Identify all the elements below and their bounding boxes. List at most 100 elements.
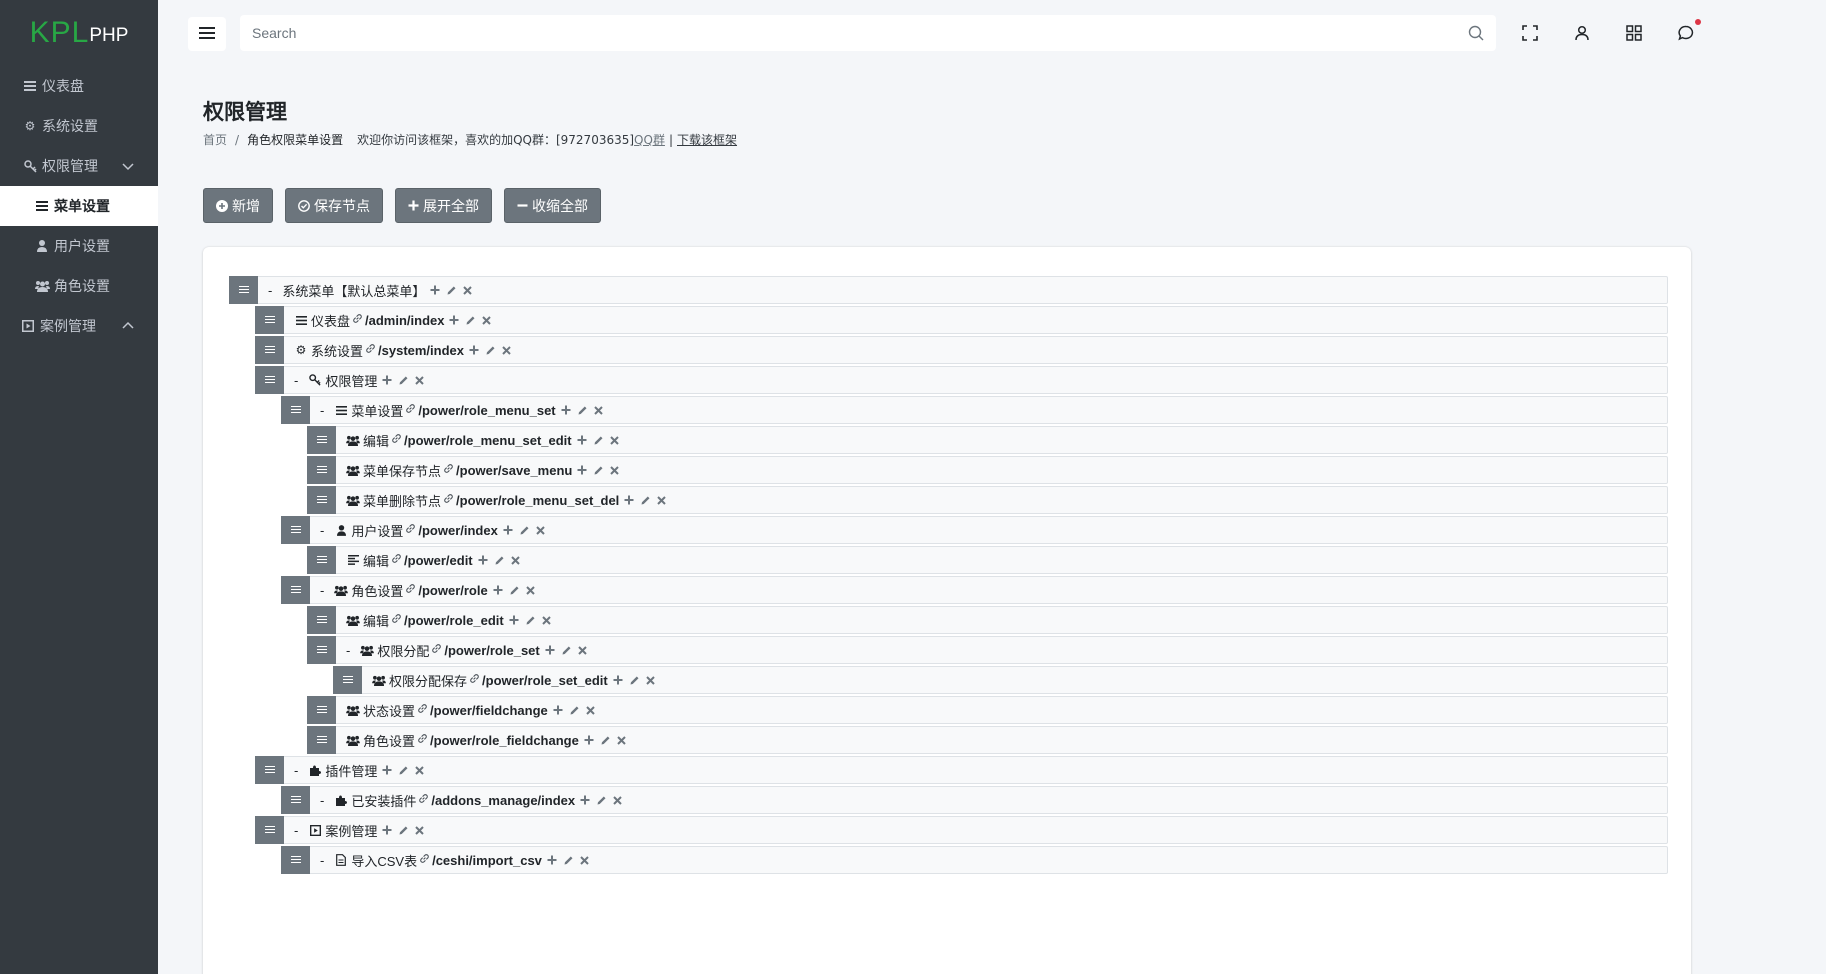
delete-icon[interactable] (578, 645, 587, 655)
edit-icon[interactable] (563, 855, 574, 866)
menu-toggle-button[interactable] (188, 17, 226, 51)
drag-handle[interactable] (307, 425, 336, 454)
drag-handle[interactable] (281, 575, 310, 604)
drag-handle[interactable] (307, 635, 336, 664)
sidebar-item-system[interactable]: ⚙ 系统设置 (0, 106, 158, 146)
add-child-icon[interactable] (553, 705, 563, 715)
save-nodes-button[interactable]: 保存节点 (285, 188, 383, 223)
delete-icon[interactable] (617, 735, 626, 745)
tree-row[interactable]: - 案例管理 (255, 815, 1668, 844)
tree-row[interactable]: - 菜单设置/power/role_menu_set (281, 395, 1668, 424)
chevron-up-icon[interactable] (120, 318, 136, 334)
drag-handle[interactable] (307, 725, 336, 754)
edit-icon[interactable] (446, 285, 457, 296)
delete-icon[interactable] (657, 495, 667, 505)
edit-icon[interactable] (398, 765, 409, 776)
edit-icon[interactable] (593, 465, 604, 476)
add-child-icon[interactable] (577, 465, 587, 475)
delete-icon[interactable] (415, 825, 425, 835)
delete-icon[interactable] (609, 435, 619, 445)
breadcrumb-home[interactable]: 首页 (203, 131, 227, 148)
delete-icon[interactable] (586, 705, 595, 715)
sidebar-item-permission[interactable]: 权限管理 (0, 146, 158, 186)
tree-row[interactable]: 仪表盘/admin/index (255, 305, 1668, 334)
delete-icon[interactable] (610, 465, 620, 475)
fullscreen-icon[interactable] (1519, 22, 1541, 44)
edit-icon[interactable] (600, 735, 611, 746)
tree-row[interactable]: - 权限分配/power/role_set (307, 635, 1668, 664)
download-link[interactable]: 下载该框架 (677, 131, 737, 148)
delete-icon[interactable] (646, 675, 655, 685)
add-child-icon[interactable] (624, 495, 634, 505)
delete-icon[interactable] (580, 855, 589, 865)
drag-handle[interactable] (229, 275, 258, 304)
collapse-toggle[interactable]: - (294, 823, 298, 838)
drag-handle[interactable] (255, 335, 284, 364)
tree-row[interactable]: 菜单保存节点/power/save_menu (307, 455, 1668, 484)
grid-icon[interactable] (1623, 22, 1645, 44)
edit-icon[interactable] (640, 495, 651, 506)
collapse-toggle[interactable]: - (346, 643, 350, 658)
chevron-down-icon[interactable] (120, 158, 136, 174)
edit-icon[interactable] (596, 795, 607, 806)
tree-row[interactable]: 编辑/power/role_menu_set_edit (307, 425, 1668, 454)
drag-handle[interactable] (307, 695, 336, 724)
drag-handle[interactable] (255, 755, 284, 784)
delete-icon[interactable] (502, 345, 511, 355)
tree-row[interactable]: - 权限管理 (255, 365, 1668, 394)
edit-icon[interactable] (525, 615, 536, 626)
sidebar-item-menu-settings[interactable]: 菜单设置 (0, 186, 158, 226)
sidebar-item-cases[interactable]: 案例管理 (0, 306, 158, 346)
collapse-toggle[interactable]: - (268, 283, 272, 298)
tree-row[interactable]: ⚙ 系统设置/system/index (255, 335, 1668, 364)
drag-handle[interactable] (281, 845, 310, 874)
add-child-icon[interactable] (577, 435, 587, 445)
add-child-icon[interactable] (382, 825, 392, 835)
delete-icon[interactable] (482, 315, 492, 325)
drag-handle[interactable] (255, 815, 284, 844)
tree-row[interactable]: 权限分配保存/power/role_set_edit (333, 665, 1668, 694)
drag-handle[interactable] (307, 605, 336, 634)
collapse-toggle[interactable]: - (320, 793, 324, 808)
edit-icon[interactable] (398, 375, 409, 386)
sidebar-item-role-settings[interactable]: 角色设置 (0, 266, 158, 306)
tree-row[interactable]: - 插件管理 (255, 755, 1668, 784)
add-child-icon[interactable] (478, 555, 488, 565)
drag-handle[interactable] (307, 485, 336, 514)
brand-logo[interactable]: KPL PHP (0, 0, 158, 66)
add-child-icon[interactable] (509, 615, 519, 625)
drag-handle[interactable] (281, 785, 310, 814)
drag-handle[interactable] (307, 455, 336, 484)
add-button[interactable]: 新增 (203, 188, 273, 223)
user-icon[interactable] (1571, 22, 1593, 44)
delete-icon[interactable] (526, 585, 535, 595)
tree-row[interactable]: - 导入CSV表/ceshi/import_csv (281, 845, 1668, 874)
drag-handle[interactable] (255, 305, 284, 334)
tree-row[interactable]: - 系统菜单【默认总菜单】 (229, 275, 1668, 304)
edit-icon[interactable] (494, 555, 505, 566)
add-child-icon[interactable] (382, 765, 392, 775)
sidebar-item-dashboard[interactable]: 仪表盘 (0, 66, 158, 106)
delete-icon[interactable] (593, 405, 603, 415)
add-child-icon[interactable] (493, 585, 503, 595)
search-input[interactable] (240, 15, 1456, 51)
delete-icon[interactable] (415, 765, 425, 775)
edit-icon[interactable] (561, 645, 572, 656)
delete-icon[interactable] (536, 525, 545, 535)
delete-icon[interactable] (542, 615, 551, 625)
drag-handle[interactable] (281, 395, 310, 424)
add-child-icon[interactable] (545, 645, 555, 655)
collapse-toggle[interactable]: - (320, 853, 324, 868)
collapse-toggle[interactable]: - (294, 763, 298, 778)
tree-row[interactable]: 菜单删除节点/power/role_menu_set_del (307, 485, 1668, 514)
add-child-icon[interactable] (584, 735, 594, 745)
add-child-icon[interactable] (469, 345, 479, 355)
add-child-icon[interactable] (449, 315, 459, 325)
collapse-all-button[interactable]: 收缩全部 (504, 188, 601, 223)
edit-icon[interactable] (465, 315, 476, 326)
delete-icon[interactable] (415, 375, 425, 385)
drag-handle[interactable] (255, 365, 284, 394)
add-child-icon[interactable] (561, 405, 571, 415)
drag-handle[interactable] (281, 515, 310, 544)
tree-row[interactable]: 角色设置/power/role_fieldchange (307, 725, 1668, 754)
